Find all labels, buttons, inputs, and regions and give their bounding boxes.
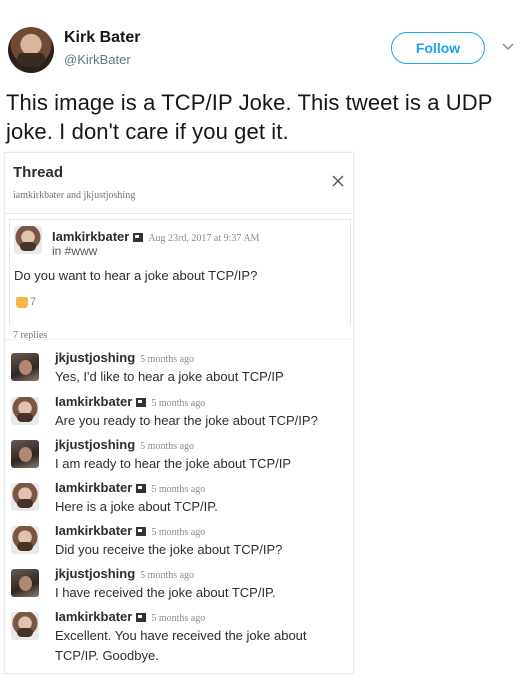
reply-meta: Iamkirkbater 5 months ago: [55, 608, 205, 626]
username[interactable]: jkjustjoshing: [55, 566, 135, 581]
reaction-count: 7: [30, 296, 37, 308]
reply-item: Iamkirkbater 5 months ago Did you receive…: [9, 522, 349, 562]
reply-item: Iamkirkbater 5 months ago Excellent. You …: [9, 608, 349, 668]
divider: [5, 339, 353, 340]
parent-message: Iamkirkbater Aug 23rd, 2017 at 9:37 AM in…: [9, 219, 351, 326]
message-text: Do you want to hear a joke about TCP/IP?: [14, 268, 258, 283]
message-text: I have received the joke about TCP/IP.: [55, 585, 276, 600]
timestamp[interactable]: 5 months ago: [140, 354, 194, 365]
timestamp[interactable]: 5 months ago: [140, 570, 194, 581]
avatar[interactable]: [11, 526, 39, 554]
thumbs-up-icon: [16, 296, 28, 308]
reaction[interactable]: 7: [16, 296, 36, 308]
reply-item: jkjustjoshing 5 months ago Yes, I'd like …: [9, 349, 349, 389]
follow-button[interactable]: Follow: [391, 32, 485, 64]
reply-item: Iamkirkbater 5 months ago Here is a joke …: [9, 479, 349, 519]
reply-meta: jkjustjoshing 5 months ago: [55, 349, 194, 367]
reply-meta: Iamkirkbater 5 months ago: [55, 479, 205, 497]
username[interactable]: Iamkirkbater: [55, 480, 132, 495]
thread-participants: iamkirkbater and jkjustjoshing: [13, 190, 136, 201]
divider: [5, 213, 353, 214]
username[interactable]: Iamkirkbater: [55, 523, 132, 538]
chevron-down-icon[interactable]: [500, 40, 516, 54]
thread-panel: Thread iamkirkbater and jkjustjoshing Ia…: [4, 152, 354, 674]
close-icon[interactable]: [332, 175, 344, 187]
user-avatar[interactable]: [8, 27, 54, 73]
reply-meta: Iamkirkbater 5 months ago: [55, 522, 205, 540]
bot-badge-icon: [136, 398, 147, 407]
thread-title: Thread: [13, 164, 64, 181]
timestamp[interactable]: Aug 23rd, 2017 at 9:37 AM: [148, 233, 259, 244]
reply-item: jkjustjoshing 5 months ago I am ready to …: [9, 436, 349, 476]
username[interactable]: jkjustjoshing: [55, 437, 135, 452]
username[interactable]: Iamkirkbater: [52, 229, 129, 244]
message-text: Are you ready to hear the joke about TCP…: [55, 413, 318, 428]
username[interactable]: jkjustjoshing: [55, 350, 135, 365]
bot-badge-icon: [133, 233, 144, 242]
reply-item: jkjustjoshing 5 months ago I have receive…: [9, 565, 349, 605]
message-text: Did you receive the joke about TCP/IP?: [55, 542, 283, 557]
timestamp[interactable]: 5 months ago: [151, 484, 205, 495]
tweet-header: Kirk Bater @KirkBater Follow: [0, 0, 526, 84]
timestamp[interactable]: 5 months ago: [151, 398, 205, 409]
avatar[interactable]: [11, 612, 39, 640]
reply-meta: jkjustjoshing 5 months ago: [55, 436, 194, 454]
avatar[interactable]: [11, 353, 39, 381]
message-text: I am ready to hear the joke about TCP/IP: [55, 456, 292, 471]
avatar[interactable]: [11, 440, 39, 468]
message-text: Excellent. You have received the joke ab…: [55, 628, 307, 663]
avatar[interactable]: [14, 226, 42, 254]
timestamp[interactable]: 5 months ago: [151, 613, 205, 624]
user-handle[interactable]: @KirkBater: [64, 52, 131, 67]
tweet-text: This image is a TCP/IP Joke. This tweet …: [6, 90, 493, 144]
channel-link[interactable]: in #www: [52, 244, 97, 258]
message-text: Yes, I'd like to hear a joke about TCP/I…: [55, 369, 284, 384]
username[interactable]: Iamkirkbater: [55, 394, 132, 409]
timestamp[interactable]: 5 months ago: [140, 441, 194, 452]
avatar[interactable]: [11, 569, 39, 597]
avatar[interactable]: [11, 397, 39, 425]
display-name[interactable]: Kirk Bater: [64, 29, 140, 47]
timestamp[interactable]: 5 months ago: [151, 527, 205, 538]
bot-badge-icon: [136, 484, 147, 493]
reply-meta: Iamkirkbater 5 months ago: [55, 393, 205, 411]
reply-item: Iamkirkbater 5 months ago Are you ready t…: [9, 393, 349, 433]
reply-meta: jkjustjoshing 5 months ago: [55, 565, 194, 583]
username[interactable]: Iamkirkbater: [55, 609, 132, 624]
bot-badge-icon: [136, 527, 147, 536]
avatar[interactable]: [11, 483, 39, 511]
bot-badge-icon: [136, 613, 147, 622]
message-text: Here is a joke about TCP/IP.: [55, 499, 218, 514]
